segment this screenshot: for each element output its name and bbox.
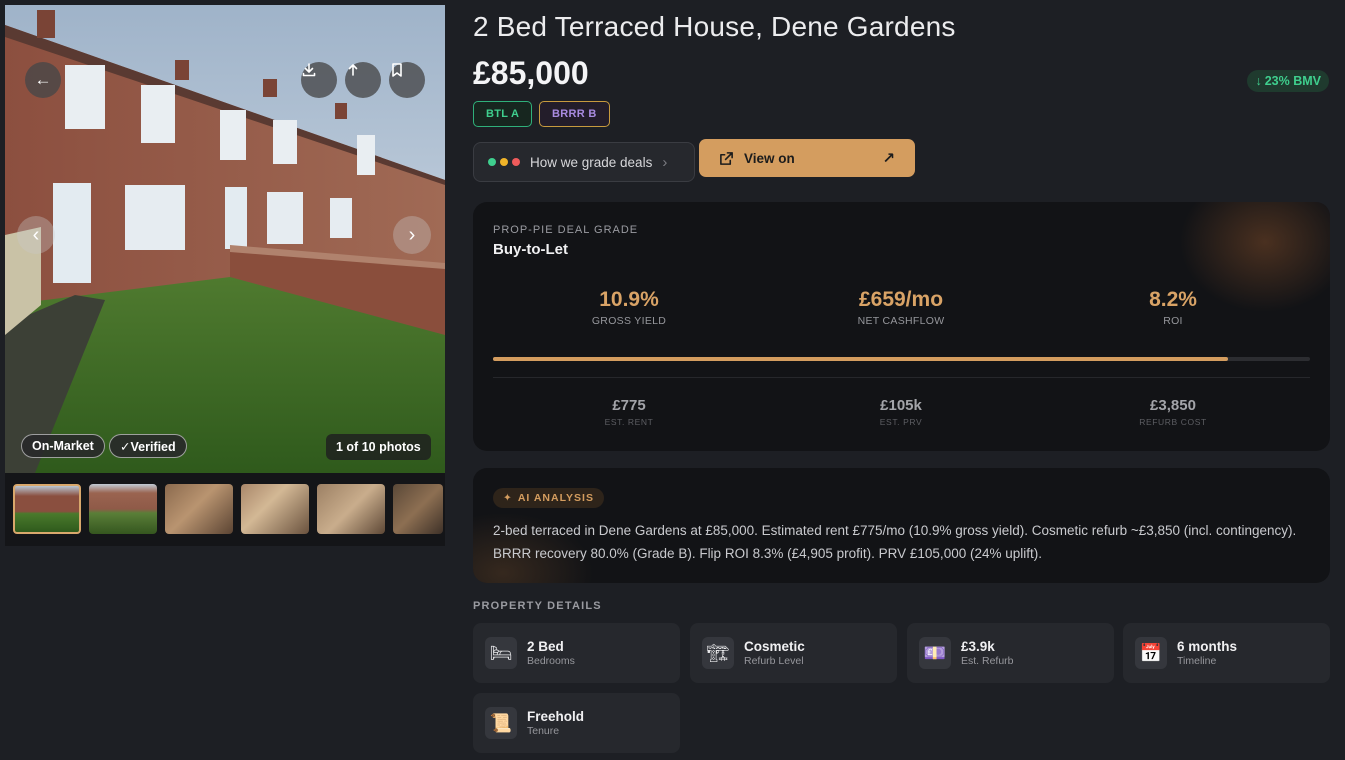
- detail-tenure: 📜 Freehold Tenure: [473, 693, 680, 753]
- share-button[interactable]: [345, 62, 381, 98]
- photo-gallery: ← ‹ › On-Market ✓Verified 1 of 10 photos: [5, 5, 445, 546]
- arrow-up-right-icon: ↗: [882, 150, 895, 167]
- sub-metric-est-prv: £105k EST. PRV: [765, 397, 1037, 427]
- divider: [493, 377, 1310, 378]
- btl-grade-tag: BTL A: [473, 101, 533, 127]
- detail-label: Bedrooms: [527, 655, 575, 667]
- brrr-grade-tag: BRRR B: [539, 101, 610, 127]
- thumbnail[interactable]: [165, 484, 233, 534]
- detail-refurb-level: 🏗 Cosmetic Refurb Level: [690, 623, 897, 683]
- bmv-label: 23% BMV: [1264, 74, 1321, 88]
- download-icon: [302, 63, 316, 77]
- sub-metric-value: £105k: [880, 397, 922, 414]
- next-photo-button[interactable]: ›: [393, 216, 431, 254]
- ai-analysis-badge: ✦ AI ANALYSIS: [493, 488, 604, 508]
- prev-photo-button[interactable]: ‹: [17, 216, 55, 254]
- thumbnail[interactable]: [89, 484, 157, 534]
- detail-label: Refurb Level: [744, 655, 804, 667]
- ai-analysis-text: 2-bed terraced in Dene Gardens at £85,00…: [493, 523, 1297, 561]
- metric-label: NET CASHFLOW: [857, 315, 945, 327]
- metric-net-cashflow: £659/mo NET CASHFLOW: [765, 288, 1037, 327]
- bed-icon: 🛏: [485, 637, 517, 669]
- thumbnail[interactable]: [393, 484, 443, 534]
- scroll-icon: 📜: [485, 707, 517, 739]
- verified-badge: ✓Verified: [109, 434, 187, 458]
- download-button[interactable]: [301, 62, 337, 98]
- chevron-right-icon: ›: [662, 153, 668, 171]
- bookmark-button[interactable]: [389, 62, 425, 98]
- view-on-label: View on: [744, 150, 795, 166]
- bmv-badge: ↓ 23% BMV: [1247, 70, 1329, 92]
- arrow-left-icon: ←: [34, 70, 52, 89]
- thumbnail[interactable]: [317, 484, 385, 534]
- detail-value: Freehold: [527, 709, 585, 724]
- traffic-light-icon: [488, 158, 520, 166]
- listing-title: 2 Bed Terraced House, Dene Gardens: [473, 11, 956, 42]
- metric-gross-yield: 10.9% GROSS YIELD: [493, 288, 765, 327]
- share-icon: [348, 64, 358, 76]
- on-market-badge: On-Market: [21, 434, 105, 458]
- metric-label: ROI: [1163, 315, 1183, 327]
- photo-counter: 1 of 10 photos: [326, 434, 431, 460]
- crane-icon: 🏗: [702, 637, 734, 669]
- thumbnail[interactable]: [241, 484, 309, 534]
- detail-est-refurb: 💷 £3.9k Est. Refurb: [907, 623, 1114, 683]
- detail-value: 2 Bed: [527, 639, 564, 654]
- metric-value: 8.2%: [1149, 288, 1197, 311]
- chevron-right-icon: ›: [408, 223, 416, 246]
- metric-value: 10.9%: [599, 288, 659, 311]
- how-we-grade-button[interactable]: How we grade deals ›: [473, 142, 695, 182]
- calendar-icon: 📅: [1135, 637, 1167, 669]
- main-photo[interactable]: ← ‹ › On-Market ✓Verified 1 of 10 photos: [5, 5, 445, 473]
- sparkle-icon: ✦: [503, 492, 513, 504]
- deal-grade-eyebrow: PROP-PIE DEAL GRADE: [493, 224, 639, 236]
- ai-analysis-label: AI ANALYSIS: [517, 492, 594, 504]
- deal-grade-card: PROP-PIE DEAL GRADE Buy-to-Let 10.9% GRO…: [473, 202, 1330, 451]
- listing-price: £85,000: [473, 55, 589, 91]
- bookmark-icon: [392, 63, 402, 77]
- detail-timeline: 📅 6 months Timeline: [1123, 623, 1330, 683]
- metric-value: £659/mo: [858, 288, 944, 311]
- detail-value: £3.9k: [961, 639, 995, 654]
- detail-value: Cosmetic: [744, 639, 805, 654]
- sub-metric-label: EST. PRV: [879, 417, 923, 427]
- sub-metric-est-rent: £775 EST. RENT: [493, 397, 765, 427]
- grade-progress-bar: [493, 357, 1310, 361]
- sub-metric-label: REFURB COST: [1139, 417, 1207, 427]
- deal-strategy: Buy-to-Let: [493, 241, 568, 258]
- chevron-left-icon: ‹: [32, 223, 40, 246]
- how-we-grade-label: How we grade deals: [530, 154, 653, 170]
- money-icon: 💷: [919, 637, 951, 669]
- arrow-down-icon: ↓: [1255, 74, 1262, 88]
- ai-analysis-card: ✦ AI ANALYSIS 2-bed terraced in Dene Gar…: [473, 468, 1330, 583]
- metric-label: GROSS YIELD: [591, 315, 667, 327]
- view-on-button[interactable]: View on ↗: [699, 139, 915, 177]
- detail-label: Timeline: [1177, 655, 1217, 667]
- grade-progress-fill: [493, 357, 1229, 361]
- sub-metric-value: £775: [612, 397, 646, 414]
- sub-metric-refurb-cost: £3,850 REFURB COST: [1037, 397, 1309, 427]
- property-details-heading: PROPERTY DETAILS: [473, 600, 602, 612]
- thumbnail[interactable]: [13, 484, 81, 534]
- detail-bedrooms: 🛏 2 Bed Bedrooms: [473, 623, 680, 683]
- thumbnail-strip: [13, 484, 443, 534]
- back-button[interactable]: ←: [25, 62, 61, 98]
- sub-metric-label: EST. RENT: [604, 417, 654, 427]
- sub-metric-value: £3,850: [1150, 397, 1196, 414]
- detail-label: Est. Refurb: [961, 655, 1014, 667]
- detail-value: 6 months: [1177, 639, 1238, 654]
- metric-roi: 8.2% ROI: [1037, 288, 1309, 327]
- detail-label: Tenure: [527, 725, 560, 737]
- external-link-icon: [720, 151, 733, 165]
